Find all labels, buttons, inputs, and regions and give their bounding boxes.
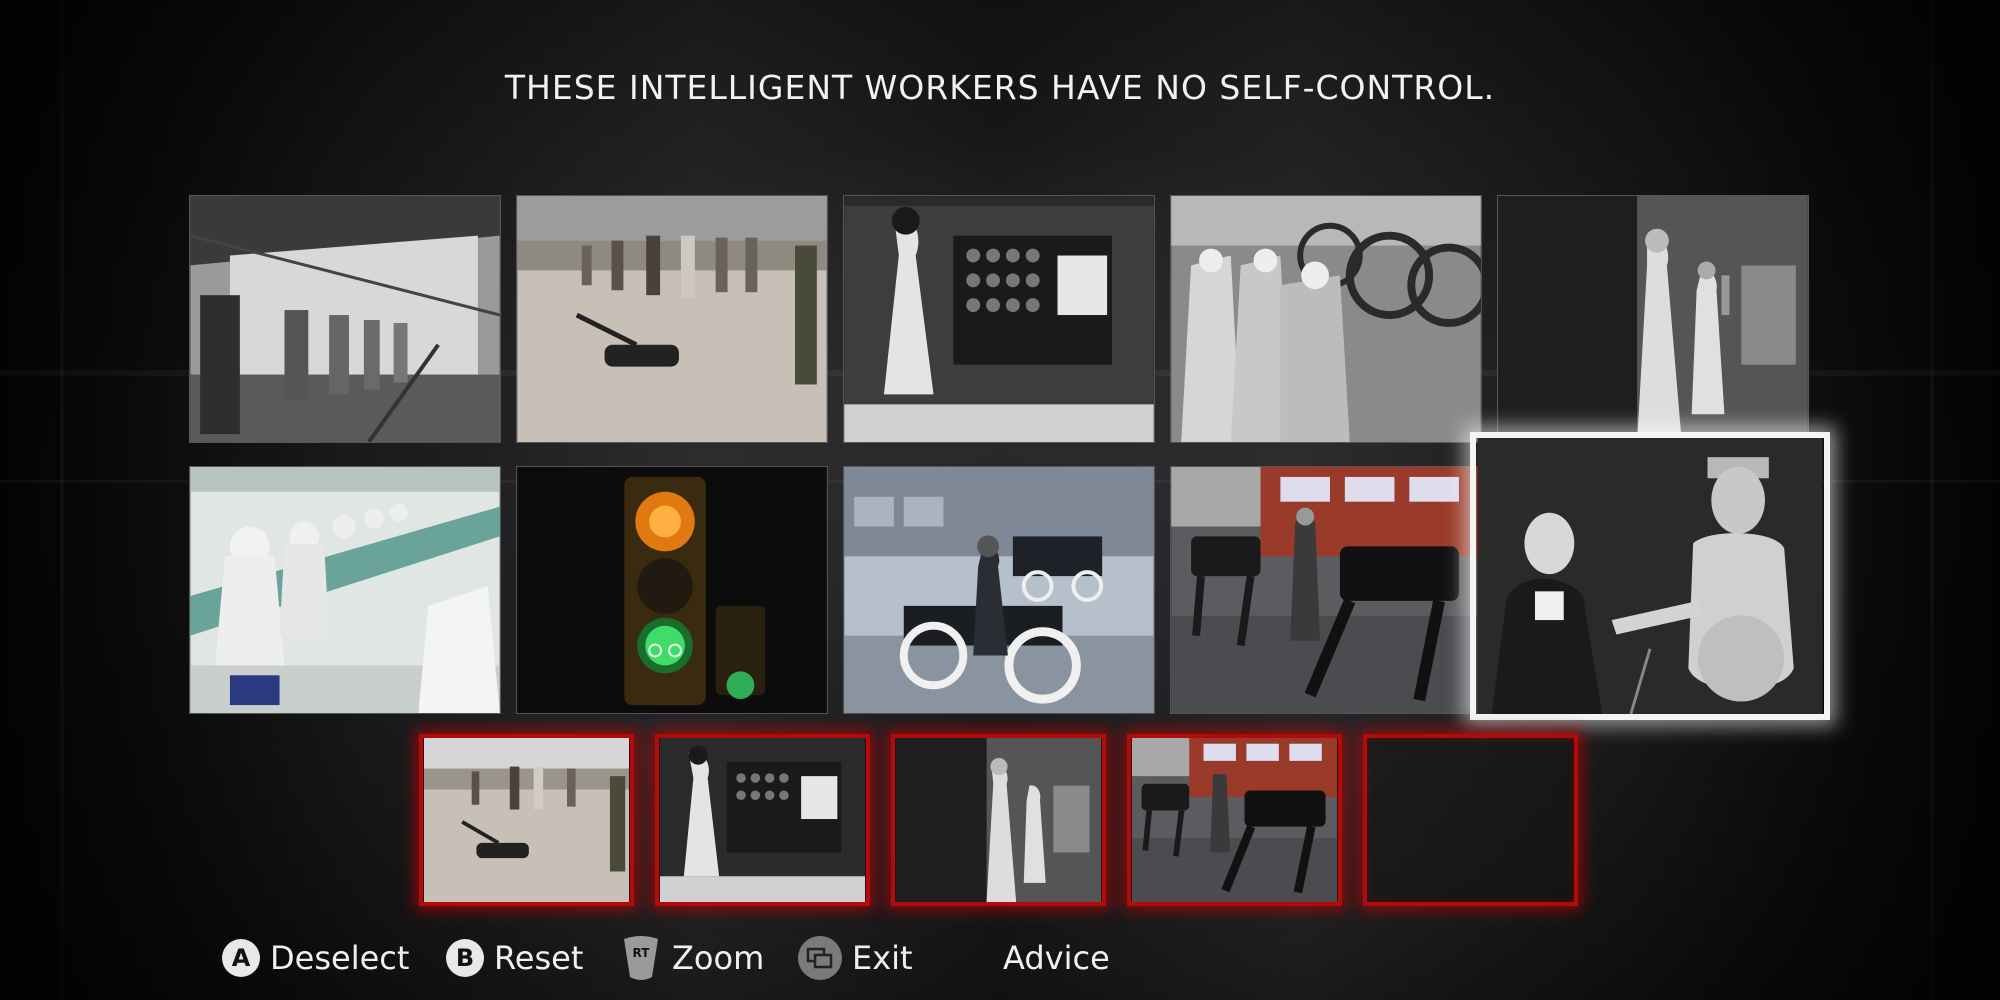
cleanroom-workers-image: [190, 467, 500, 713]
slot-robot-dogs-image: [1132, 738, 1337, 902]
back-button-icon: [798, 936, 842, 980]
zoom-label: Zoom: [672, 939, 765, 977]
computer-cabinets-image: [1498, 196, 1808, 442]
puzzle-title: THESE INTELLIGENT WORKERS HAVE NO SELF-C…: [504, 68, 1496, 107]
man-with-robot-image: [1477, 438, 1823, 714]
advice-hint[interactable]: Advice: [1003, 934, 1110, 982]
answer-slot-1[interactable]: [419, 734, 634, 906]
rt-trigger-text: RT: [633, 946, 651, 960]
photo-tile-model-t-assembly[interactable]: [843, 466, 1155, 714]
photo-tile-cleanroom-workers[interactable]: [189, 466, 501, 714]
slot-bomb-robot-image: [424, 738, 629, 902]
deselect-label: Deselect: [270, 939, 410, 977]
photo-tile-factory-workers[interactable]: [189, 195, 501, 443]
zoom-hint[interactable]: RT Zoom: [622, 934, 764, 982]
answer-slot-3[interactable]: [891, 734, 1106, 906]
codebreaking-machine-image: [844, 196, 1154, 442]
photo-tile-man-with-robot[interactable]: [1470, 432, 1830, 720]
reset-hint[interactable]: B Reset: [446, 934, 583, 982]
exit-label: Exit: [852, 939, 913, 977]
rt-trigger-icon: RT: [624, 936, 658, 980]
photo-tile-computer-cabinets[interactable]: [1497, 195, 1809, 443]
model-t-assembly-image: [844, 467, 1154, 713]
photo-tile-wheel-factory[interactable]: [1170, 195, 1482, 443]
traffic-light-image: [517, 467, 827, 713]
photo-tile-traffic-light[interactable]: [516, 466, 828, 714]
reset-label: Reset: [494, 939, 584, 977]
photo-tile-codebreaking-machine[interactable]: [843, 195, 1155, 443]
answer-slot-5-empty[interactable]: [1363, 734, 1578, 906]
bomb-robot-image: [517, 196, 827, 442]
factory-workers-image: [190, 196, 500, 442]
deselect-hint[interactable]: A Deselect: [222, 934, 409, 982]
photo-tile-robot-dogs[interactable]: [1170, 466, 1482, 714]
robot-dogs-image: [1171, 467, 1481, 713]
exit-hint[interactable]: Exit: [798, 934, 913, 982]
answer-slot-4[interactable]: [1127, 734, 1342, 906]
slot-computer-cabinets-image: [896, 738, 1101, 902]
advice-label: Advice: [1003, 939, 1110, 977]
b-button-icon: B: [446, 939, 484, 977]
a-button-icon: A: [222, 939, 260, 977]
wheel-factory-image: [1171, 196, 1481, 442]
answer-slot-2[interactable]: [655, 734, 870, 906]
slot-codebreaking-machine-image: [660, 738, 865, 902]
photo-tile-bomb-robot[interactable]: [516, 195, 828, 443]
